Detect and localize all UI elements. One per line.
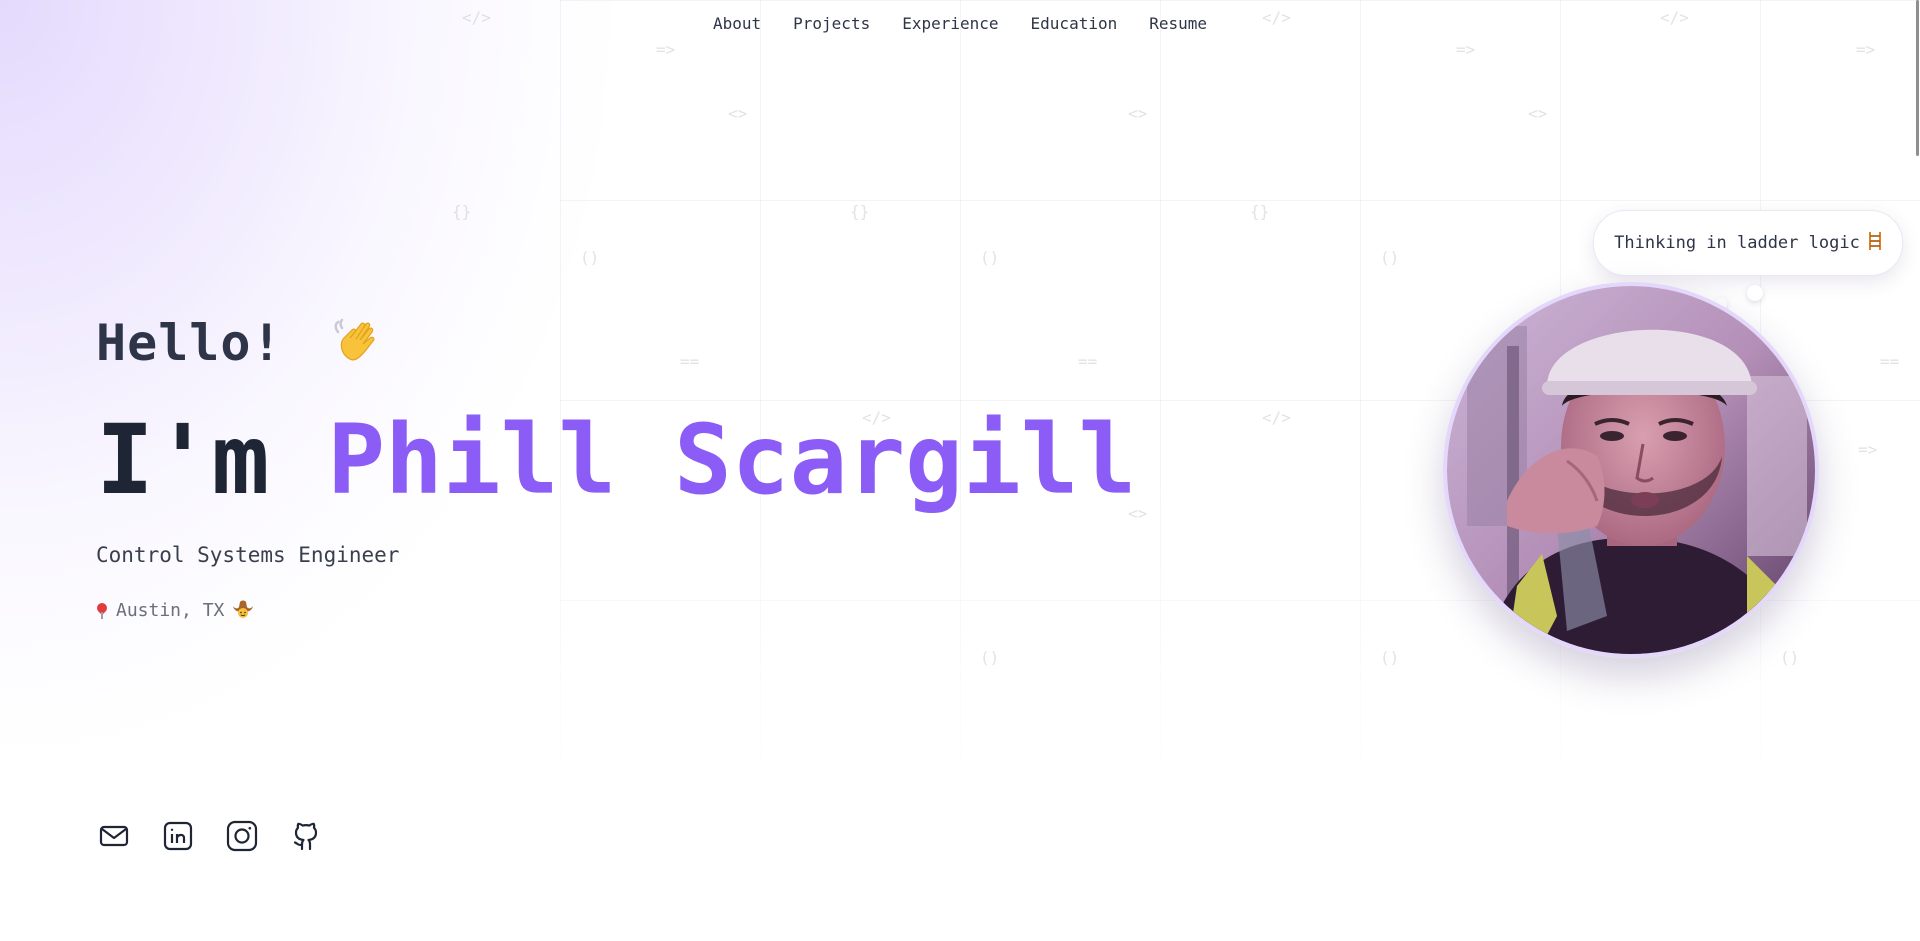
cowboy-hat-icon — [232, 597, 254, 624]
location: Austin, TX — [96, 597, 254, 624]
location-pin-icon — [96, 603, 108, 619]
code-glyph: () — [1380, 648, 1400, 667]
code-glyph: <> — [728, 104, 748, 123]
code-glyph: () — [1380, 248, 1400, 267]
code-glyph: => — [1856, 40, 1876, 59]
code-glyph: () — [980, 648, 1000, 667]
code-glyph: => — [1858, 440, 1878, 459]
code-glyph: == — [680, 352, 700, 371]
code-glyph: </> — [1262, 408, 1291, 427]
page-title: I'm Phill Scargill — [96, 405, 1136, 515]
code-glyph: => — [1456, 40, 1476, 59]
avatar — [1443, 282, 1819, 658]
code-glyph: => — [656, 40, 676, 59]
thought-bubble-text: Thinking in ladder logic — [1614, 233, 1860, 253]
nav-item-projects[interactable]: Projects — [793, 14, 870, 33]
code-glyph: == — [1880, 352, 1900, 371]
code-glyph: == — [1078, 352, 1098, 371]
code-glyph: <> — [1528, 104, 1548, 123]
job-title: Control Systems Engineer — [96, 543, 400, 567]
greeting-text: Hello! — [96, 314, 283, 372]
nav-item-resume[interactable]: Resume — [1149, 14, 1207, 33]
greeting: Hello! — [96, 312, 384, 376]
code-glyph: {} — [1250, 202, 1270, 221]
instagram-icon[interactable] — [224, 818, 260, 854]
code-glyph: {} — [452, 202, 472, 221]
code-glyph: () — [580, 248, 600, 267]
nav-item-about[interactable]: About — [713, 14, 761, 33]
linkedin-icon[interactable] — [160, 818, 196, 854]
social-links — [96, 818, 324, 854]
code-glyph: () — [1780, 648, 1800, 667]
nav-item-experience[interactable]: Experience — [902, 14, 998, 33]
title-name: Phill Scargill — [327, 404, 1137, 516]
github-icon[interactable] — [288, 818, 324, 854]
mail-icon[interactable] — [96, 818, 132, 854]
code-glyph: <> — [1128, 104, 1148, 123]
ladder-icon — [1868, 231, 1882, 256]
title-prefix: I'm — [96, 404, 270, 516]
thought-dot — [1747, 285, 1763, 301]
location-text: Austin, TX — [116, 600, 225, 621]
top-nav: About Projects Experience Education Resu… — [0, 14, 1920, 33]
thought-bubble: Thinking in ladder logic — [1593, 210, 1903, 276]
waving-hand-icon — [332, 312, 384, 376]
code-glyph: {} — [850, 202, 870, 221]
code-glyph: () — [980, 248, 1000, 267]
scrollbar-thumb[interactable] — [1916, 0, 1919, 156]
page: </> </> </> => => => <> <> <> {} {} {} (… — [0, 0, 1920, 941]
scrollbar[interactable] — [1915, 0, 1920, 941]
nav-item-education[interactable]: Education — [1031, 14, 1118, 33]
